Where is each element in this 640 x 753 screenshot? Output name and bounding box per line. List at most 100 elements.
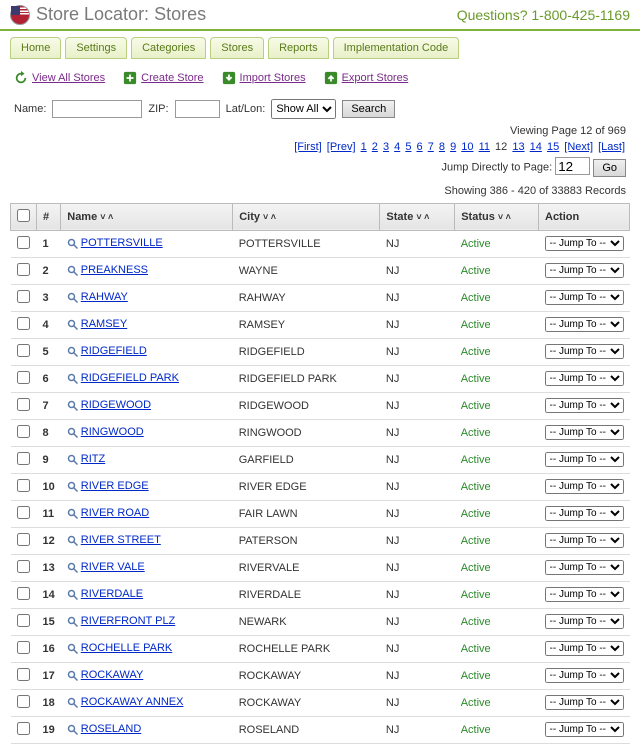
store-link[interactable]: RINGWOOD	[81, 426, 144, 438]
page-link[interactable]: 4	[394, 141, 400, 153]
store-link[interactable]: RIVER VALE	[81, 561, 145, 573]
store-link[interactable]: RIVER EDGE	[81, 480, 149, 492]
row-checkbox[interactable]	[17, 344, 30, 357]
page-link[interactable]: [Prev]	[327, 141, 356, 153]
action-select[interactable]: -- Jump To --	[545, 506, 624, 521]
action-select[interactable]: -- Jump To --	[545, 722, 624, 737]
view-all-action[interactable]: View All Stores	[14, 71, 105, 85]
row-checkbox[interactable]	[17, 614, 30, 627]
row-checkbox[interactable]	[17, 479, 30, 492]
col-state[interactable]: State ˅ ˄	[380, 203, 455, 230]
row-checkbox[interactable]	[17, 371, 30, 384]
row-checkbox[interactable]	[17, 668, 30, 681]
row-checkbox[interactable]	[17, 587, 30, 600]
store-link[interactable]: RIDGEFIELD PARK	[81, 372, 179, 384]
action-select[interactable]: -- Jump To --	[545, 317, 624, 332]
row-checkbox[interactable]	[17, 425, 30, 438]
page-link[interactable]: 15	[547, 141, 559, 153]
row-checkbox[interactable]	[17, 533, 30, 546]
page-link[interactable]: [Next]	[564, 141, 593, 153]
action-select[interactable]: -- Jump To --	[545, 236, 624, 251]
action-select[interactable]: -- Jump To --	[545, 587, 624, 602]
tab-settings[interactable]: Settings	[65, 37, 127, 59]
zip-input[interactable]	[175, 100, 220, 118]
page-link[interactable]: 13	[512, 141, 524, 153]
select-all-checkbox[interactable]	[17, 209, 30, 222]
store-link[interactable]: RIVERDALE	[81, 588, 143, 600]
page-link[interactable]: 7	[428, 141, 434, 153]
search-button[interactable]: Search	[342, 100, 395, 118]
store-link[interactable]: POTTERSVILLE	[81, 237, 163, 249]
tab-home[interactable]: Home	[10, 37, 61, 59]
store-link[interactable]: RITZ	[81, 453, 105, 465]
page-link[interactable]: 14	[530, 141, 542, 153]
action-select[interactable]: -- Jump To --	[545, 668, 624, 683]
page-link[interactable]: 10	[461, 141, 473, 153]
store-link[interactable]: RAHWAY	[81, 291, 128, 303]
page-link[interactable]: 8	[439, 141, 445, 153]
store-link[interactable]: ROSELAND	[81, 723, 142, 735]
store-link[interactable]: RIVER STREET	[81, 534, 161, 546]
store-link[interactable]: RAMSEY	[81, 318, 127, 330]
action-select[interactable]: -- Jump To --	[545, 371, 624, 386]
row-checkbox[interactable]	[17, 722, 30, 735]
action-select[interactable]: -- Jump To --	[545, 695, 624, 710]
import-action[interactable]: Import Stores	[222, 71, 306, 85]
row-checkbox[interactable]	[17, 317, 30, 330]
export-action[interactable]: Export Stores	[324, 71, 409, 85]
action-select[interactable]: -- Jump To --	[545, 452, 624, 467]
page-link[interactable]: 1	[361, 141, 367, 153]
page-link[interactable]: 5	[405, 141, 411, 153]
tab-stores[interactable]: Stores	[210, 37, 264, 59]
store-link[interactable]: RIVER ROAD	[81, 507, 149, 519]
action-select[interactable]: -- Jump To --	[545, 425, 624, 440]
page-link[interactable]: [Last]	[598, 141, 625, 153]
row-checkbox[interactable]	[17, 263, 30, 276]
row-checkbox[interactable]	[17, 236, 30, 249]
page-link[interactable]: [First]	[294, 141, 322, 153]
store-link[interactable]: RIDGEFIELD	[81, 345, 147, 357]
tab-implementation-code[interactable]: Implementation Code	[333, 37, 460, 59]
store-link[interactable]: ROCKAWAY	[81, 669, 144, 681]
create-action[interactable]: Create Store	[123, 71, 203, 85]
action-select[interactable]: -- Jump To --	[545, 614, 624, 629]
action-select[interactable]: -- Jump To --	[545, 398, 624, 413]
latlon-select[interactable]: Show All	[271, 99, 336, 119]
action-select[interactable]: -- Jump To --	[545, 533, 624, 548]
action-select[interactable]: -- Jump To --	[545, 641, 624, 656]
page-link[interactable]: 11	[479, 141, 490, 153]
row-checkbox[interactable]	[17, 290, 30, 303]
store-link[interactable]: RIVERFRONT PLZ	[81, 615, 176, 627]
row-checkbox[interactable]	[17, 452, 30, 465]
row-checkbox[interactable]	[17, 398, 30, 411]
view-all-link[interactable]: View All Stores	[32, 72, 105, 84]
action-select[interactable]: -- Jump To --	[545, 290, 624, 305]
jump-input[interactable]	[555, 157, 590, 175]
store-link[interactable]: RIDGEWOOD	[81, 399, 151, 411]
action-select[interactable]: -- Jump To --	[545, 479, 624, 494]
go-button[interactable]: Go	[593, 159, 626, 177]
page-link[interactable]: 3	[383, 141, 389, 153]
tab-reports[interactable]: Reports	[268, 37, 329, 59]
col-status[interactable]: Status ˅ ˄	[455, 203, 539, 230]
action-select[interactable]: -- Jump To --	[545, 344, 624, 359]
col-city[interactable]: City ˅ ˄	[233, 203, 380, 230]
store-link[interactable]: PREAKNESS	[81, 264, 148, 276]
import-link[interactable]: Import Stores	[240, 72, 306, 84]
name-input[interactable]	[52, 100, 142, 118]
export-link[interactable]: Export Stores	[342, 72, 409, 84]
col-name[interactable]: Name ˅ ˄	[61, 203, 233, 230]
row-checkbox[interactable]	[17, 641, 30, 654]
row-checkbox[interactable]	[17, 506, 30, 519]
tab-categories[interactable]: Categories	[131, 37, 206, 59]
row-checkbox[interactable]	[17, 695, 30, 708]
store-link[interactable]: ROCKAWAY ANNEX	[81, 696, 184, 708]
page-link[interactable]: 2	[372, 141, 378, 153]
page-link[interactable]: 9	[450, 141, 456, 153]
page-link[interactable]: 6	[417, 141, 423, 153]
row-checkbox[interactable]	[17, 560, 30, 573]
store-link[interactable]: ROCHELLE PARK	[81, 642, 173, 654]
action-select[interactable]: -- Jump To --	[545, 263, 624, 278]
action-select[interactable]: -- Jump To --	[545, 560, 624, 575]
create-link[interactable]: Create Store	[141, 72, 203, 84]
